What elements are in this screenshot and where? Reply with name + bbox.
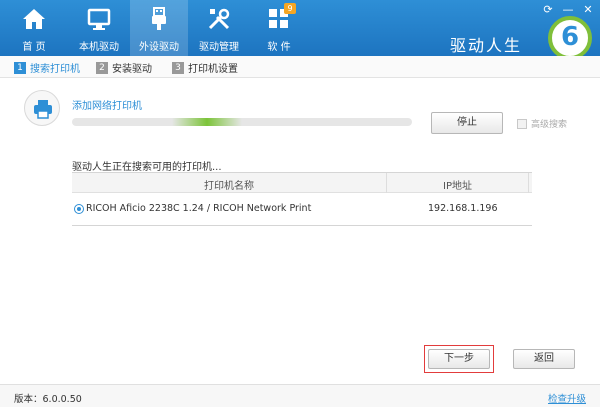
home-icon [23, 9, 45, 29]
usb-icon [152, 7, 166, 30]
step-install-driver: 2 安装驱动 [96, 60, 152, 75]
search-progress-bar [72, 118, 412, 126]
update-count-badge: 9 [284, 3, 296, 14]
nav-label: 驱动管理 [199, 42, 239, 53]
wizard-steps: 1 搜索打印机 2 安装驱动 3 打印机设置 [0, 56, 600, 78]
app-header: 首 页 本机驱动 外设驱动 驱动管理 9 软 件 ⟳ — ✕ 驱动人生 6 [0, 0, 600, 60]
step-number: 1 [14, 61, 26, 74]
nav-driver-manager[interactable]: 驱动管理 [190, 0, 248, 56]
step-label: 搜索打印机 [30, 64, 80, 75]
nav-label: 本机驱动 [79, 42, 119, 53]
brand-name: 驱动人生 [450, 36, 523, 55]
stop-button[interactable]: 停止 [431, 112, 503, 134]
step-search-printer: 1 搜索打印机 [14, 60, 80, 75]
printer-radio-selected[interactable] [74, 204, 84, 214]
printer-name-cell: RICOH Aficio 2238C 1.24 / RICOH Network … [86, 203, 312, 214]
advanced-search-checkbox[interactable] [517, 118, 527, 129]
step-label: 打印机设置 [188, 64, 238, 75]
step-printer-settings: 3 打印机设置 [172, 60, 238, 75]
main-nav: 首 页 本机驱动 外设驱动 驱动管理 9 软 件 [0, 0, 310, 56]
column-divider [528, 173, 529, 193]
table-row[interactable]: RICOH Aficio 2238C 1.24 / RICOH Network … [72, 200, 532, 218]
restore-icon[interactable]: ⟳ [542, 4, 554, 16]
nav-software[interactable]: 9 软 件 [250, 0, 308, 56]
close-icon[interactable]: ✕ [582, 4, 594, 16]
column-header-printer-name: 打印机名称 [204, 181, 254, 192]
nav-local-driver[interactable]: 本机驱动 [70, 0, 128, 56]
next-button[interactable]: 下一步 [428, 349, 490, 369]
back-button[interactable]: 返回 [513, 349, 575, 369]
search-status-text: 驱动人生正在搜索可用的打印机... [72, 162, 222, 173]
check-update-link[interactable]: 检查升级 [548, 391, 586, 405]
step-label: 安装驱动 [112, 64, 152, 75]
advanced-search-option[interactable]: 高级搜索 [517, 117, 567, 130]
printer-table: 打印机名称 IP地址 RICOH Aficio 2238C 1.24 / RIC… [72, 172, 532, 226]
window-controls: ⟳ — ✕ [542, 4, 594, 16]
monitor-icon [87, 8, 111, 30]
progress-indicator [172, 118, 242, 126]
nav-label: 首 页 [22, 42, 46, 53]
minimize-icon[interactable]: — [562, 4, 574, 16]
column-header-ip: IP地址 [443, 181, 472, 192]
step-number: 2 [96, 61, 108, 74]
nav-label: 外设驱动 [139, 42, 179, 53]
nav-home[interactable]: 首 页 [0, 0, 68, 56]
nav-label: 软 件 [267, 42, 291, 53]
logo-digit: 6 [560, 22, 580, 52]
printer-ip-cell: 192.168.1.196 [428, 203, 498, 214]
advanced-search-label: 高级搜索 [531, 120, 568, 130]
add-network-printer-link[interactable]: 添加网络打印机 [72, 97, 142, 112]
table-header: 打印机名称 IP地址 [72, 173, 532, 193]
version-label: 版本：6.0.0.50 [14, 394, 82, 405]
step-number: 3 [172, 61, 184, 74]
nav-peripheral-driver[interactable]: 外设驱动 [130, 0, 188, 56]
brand-logo-icon: 6 [548, 16, 592, 60]
printer-icon [24, 90, 60, 126]
tools-icon [208, 8, 230, 30]
status-footer: 版本：6.0.0.50 检查升级 [0, 384, 600, 407]
